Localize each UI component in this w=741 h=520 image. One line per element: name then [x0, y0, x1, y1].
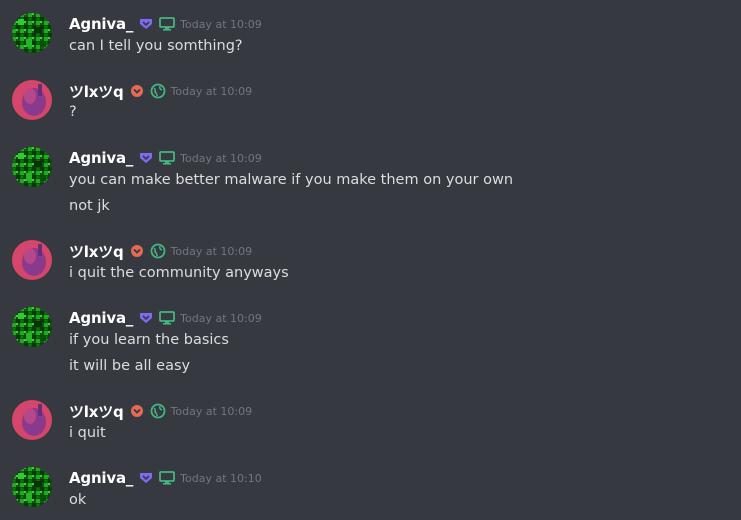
globe-icon: [150, 403, 166, 419]
avatar[interactable]: [12, 240, 52, 280]
username[interactable]: ツlxツq: [69, 241, 124, 262]
purple-shield-badge-icon: [139, 311, 153, 325]
timestamp: Today at 10:10: [180, 471, 262, 485]
desktop-monitor-icon: [159, 151, 176, 165]
message-text: ok: [69, 492, 87, 508]
username[interactable]: Agniva_: [69, 309, 133, 327]
username[interactable]: ツlxツq: [69, 401, 124, 422]
globe-icon: [150, 83, 166, 99]
timestamp: Today at 10:09: [180, 151, 262, 165]
message-text: if you learn the basics: [69, 332, 229, 348]
purple-shield-badge-icon: [139, 151, 153, 165]
username[interactable]: Agniva_: [69, 469, 133, 487]
avatar[interactable]: [12, 147, 52, 187]
desktop-monitor-icon: [159, 471, 176, 485]
message-text: not jk: [69, 198, 110, 214]
purple-shield-badge-icon: [139, 17, 153, 31]
red-chevron-badge-icon: [130, 244, 144, 258]
red-chevron-badge-icon: [130, 404, 144, 418]
timestamp: Today at 10:09: [170, 404, 253, 418]
timestamp: Today at 10:09: [170, 84, 253, 98]
avatar[interactable]: [12, 80, 52, 120]
message-text: i quit the community anyways: [69, 265, 289, 281]
username[interactable]: Agniva_: [69, 15, 133, 33]
avatar[interactable]: [12, 467, 52, 507]
message-text: can I tell you somthing?: [69, 38, 243, 54]
timestamp: Today at 10:09: [180, 17, 262, 31]
username[interactable]: ツlxツq: [69, 81, 124, 102]
purple-shield-badge-icon: [139, 471, 153, 485]
timestamp: Today at 10:09: [170, 244, 253, 258]
message-text: i quit: [69, 425, 106, 441]
message-text: ?: [69, 104, 77, 120]
desktop-monitor-icon: [159, 311, 176, 325]
username[interactable]: Agniva_: [69, 149, 133, 167]
timestamp: Today at 10:09: [180, 311, 262, 325]
avatar[interactable]: [12, 400, 52, 440]
message-text: it will be all easy: [69, 358, 191, 374]
avatar[interactable]: [12, 307, 52, 347]
globe-icon: [150, 243, 166, 259]
desktop-monitor-icon: [159, 17, 176, 31]
message-text: you can make better malware if you make …: [69, 172, 514, 188]
red-chevron-badge-icon: [130, 84, 144, 98]
avatar[interactable]: [12, 13, 52, 53]
